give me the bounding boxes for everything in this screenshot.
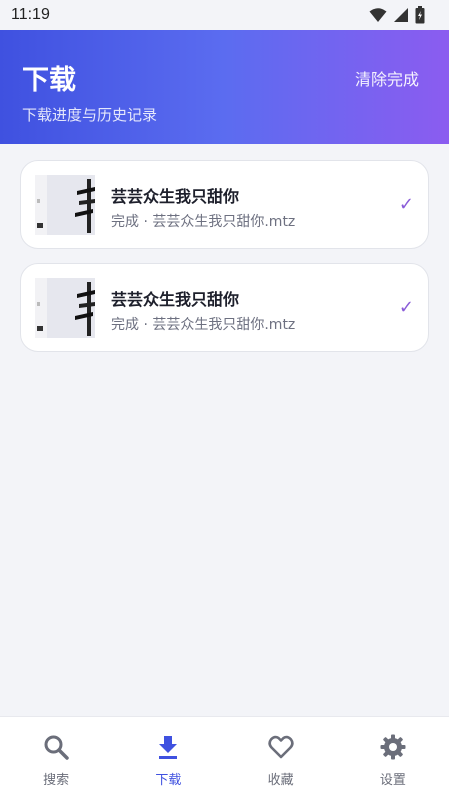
battery-icon — [415, 6, 425, 24]
thumbnail — [35, 278, 95, 338]
status-bar: 11:19 — [0, 0, 449, 30]
status-icons — [369, 6, 425, 24]
item-status: 完成 · 芸芸众生我只甜你.mtz — [111, 317, 296, 333]
heart-icon — [267, 735, 294, 759]
download-list: 芸芸众生我只甜你 完成 · 芸芸众生我只甜你.mtz ✓ 芸芸众生我只甜你 完成… — [20, 160, 429, 366]
page-title: 下载 — [22, 65, 76, 96]
nav-item-download[interactable]: 下载 — [112, 717, 224, 798]
check-icon: ✓ — [398, 297, 414, 318]
thumbnail — [35, 175, 95, 235]
page-subtitle: 下载进度与历史记录 — [22, 106, 158, 124]
nav-item-search[interactable]: 搜索 — [0, 717, 112, 798]
nav-label: 搜索 — [43, 773, 70, 788]
nav-item-settings[interactable]: 设置 — [337, 717, 449, 798]
gear-icon — [380, 734, 406, 760]
header: 下载 下载进度与历史记录 清除完成 — [0, 30, 449, 144]
item-title: 芸芸众生我只甜你 — [111, 290, 240, 309]
check-icon: ✓ — [398, 194, 414, 215]
clear-completed-button[interactable]: 清除完成 — [355, 66, 419, 90]
download-item[interactable]: 芸芸众生我只甜你 完成 · 芸芸众生我只甜你.mtz ✓ — [20, 160, 429, 249]
download-item[interactable]: 芸芸众生我只甜你 完成 · 芸芸众生我只甜你.mtz ✓ — [20, 263, 429, 352]
download-icon — [159, 736, 178, 759]
bottom-nav: 搜索 下载 收藏 设置 — [0, 716, 449, 798]
wifi-icon — [369, 8, 387, 22]
item-status: 完成 · 芸芸众生我只甜你.mtz — [111, 214, 296, 230]
nav-label: 下载 — [155, 773, 182, 788]
item-title: 芸芸众生我只甜你 — [111, 187, 240, 206]
status-time: 11:19 — [11, 6, 50, 23]
nav-label: 设置 — [379, 773, 406, 788]
nav-item-favorites[interactable]: 收藏 — [225, 717, 337, 798]
nav-label: 收藏 — [267, 773, 294, 788]
search-icon — [44, 735, 69, 760]
signal-icon — [394, 8, 408, 22]
